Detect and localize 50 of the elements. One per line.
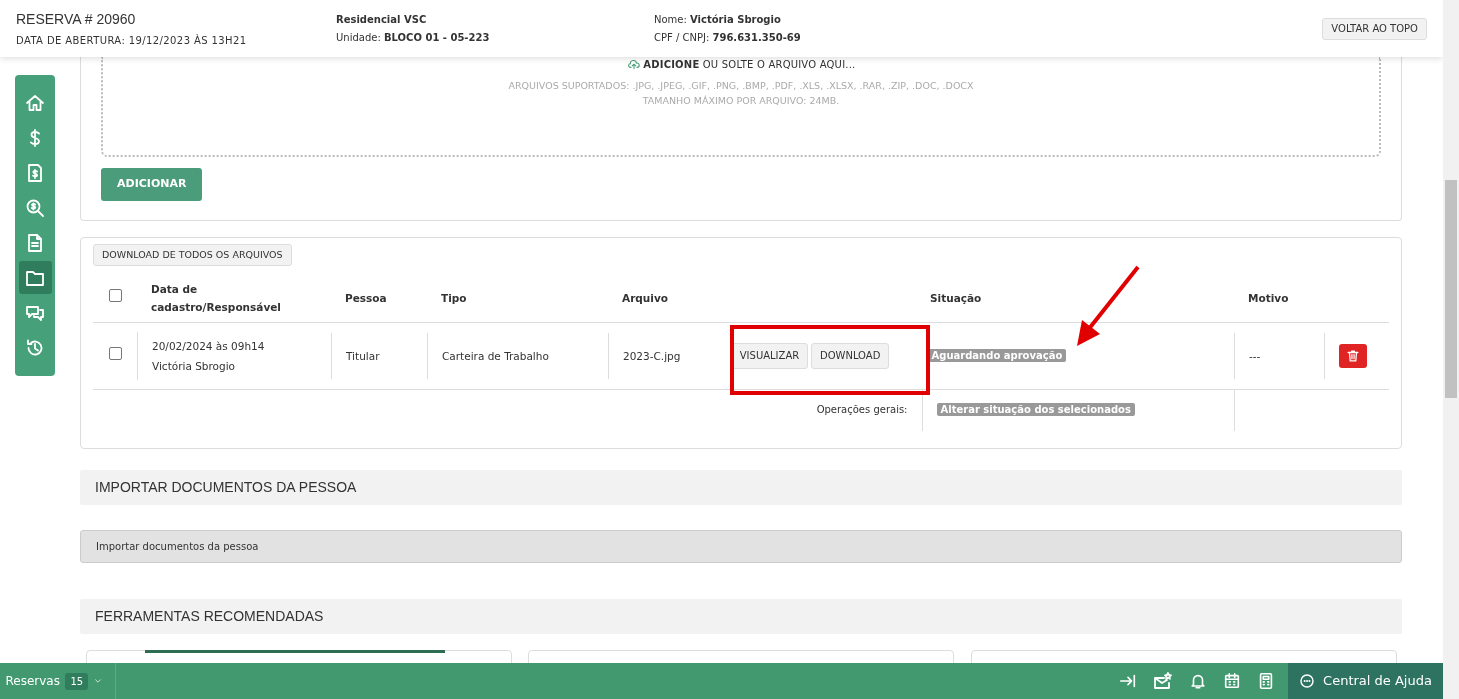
client-document: CPF / CNPJ: 796.631.350-69 [654,30,802,45]
drop-prompt: ADICIONE OU SOLTE O ARQUIVO AQUI... [643,58,856,72]
table-cell-text: --- [1249,348,1262,364]
table-cell-text: Carteira de Trabalho [442,348,550,364]
table-cell-text: Titular [346,348,381,364]
history-icon [25,337,45,358]
file-drop-zone[interactable]: ADICIONE OU SOLTE O ARQUIVO AQUI... ARQUIVOS SUPORTADOS: .JPG, .JPEG, .GIF, .PNG, .BMP, .PDF, .XLS, .XLSX, .RAR, .ZIP, .DOC, .DOCX TAMANHO MÁXIMO POR ARQUIVO: 24MB. [101,57,1381,157]
upload-date: 20/02/2024 às 09h14 [152,338,266,354]
upload-cloud-icon [626,58,641,71]
envelope-star-icon [1152,671,1173,691]
select-all-checkbox[interactable] [108,288,122,302]
row-checkbox[interactable] [108,346,122,360]
invoice-icon [25,162,45,183]
count-badge: 15 [65,672,89,690]
arrow-to-line-icon [1118,672,1137,690]
supported-formats: ARQUIVOS SUPORTADOS: .JPG, .JPEG, .GIF, .PNG, .BMP, .PDF, .XLS, .XLSX, .RAR, .ZIP, .DOC, .DOCX [507,78,975,93]
search-dollar-icon [25,197,45,218]
general-operations-label: Operações gerais: [816,404,908,416]
opening-date: DATA DE ABERTURA: 19/12/2023 ÀS 13H21 [16,33,248,48]
column-header: Situação [930,291,982,304]
status-tag: Aguardando aprovação [927,348,1067,362]
section-title: IMPORTAR DOCUMENTOS DA PESSOA [80,469,1402,505]
unit-info: Unidade: BLOCO 01 - 05-223 [336,30,491,45]
responsible-name: Victória Sbrogio [152,358,237,374]
download-button[interactable]: DOWNLOAD [810,342,890,369]
column-header: Tipo [441,291,467,304]
scrollbar[interactable] [1443,0,1459,699]
chat-bubble-icon [1299,673,1316,689]
download-all-button[interactable]: DOWNLOAD DE TODOS OS ARQUIVOS [93,243,292,266]
calendar-icon [1222,672,1241,690]
client-name: Nome: Victória Sbrogio [654,13,782,28]
column-header: Arquivo [622,291,668,304]
column-header: Pessoa [345,291,387,304]
caret-icon [93,677,102,685]
project-name: Residencial VSC [336,13,428,28]
sidebar-item[interactable] [18,261,52,294]
section-title: FERRAMENTAS RECOMENDADAS [80,598,1402,634]
help-center-button[interactable]: Central de Ajuda [1288,663,1443,699]
delete-button[interactable] [1339,343,1367,368]
trash-icon [1346,348,1360,363]
import-documents-bar[interactable]: Importar documentos da pessoa [80,529,1402,563]
column-header: Motivo [1248,291,1289,304]
max-file-size: TAMANHO MÁXIMO POR ARQUIVO: 24MB. [641,93,841,108]
document-icon [25,232,45,253]
back-to-top-button[interactable]: VOLTAR AO TOPO [1322,17,1427,40]
column-header: Data de cadastro/Responsável [151,281,282,315]
bell-icon [1188,672,1207,690]
home-icon [25,92,45,113]
file-name: 2023-C.jpg [623,348,682,364]
reservation-title: RESERVA # 20960 [16,10,137,30]
